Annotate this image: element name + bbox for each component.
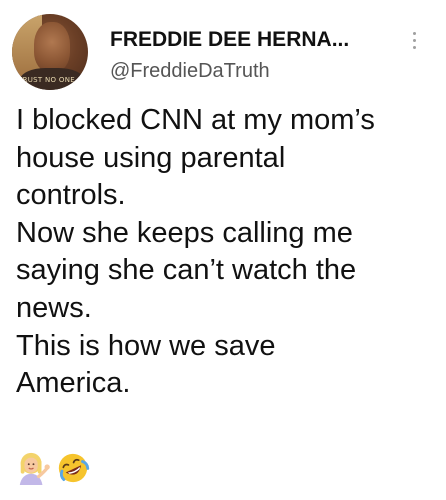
emoji-row [16,450,90,486]
tweet-text-line: This is how we save [16,329,276,362]
rolling-on-floor-laughing-icon [58,453,90,483]
tweet-card: TRUST NO ONE FREDDIE DEE HERNA... @Fredd… [0,0,446,500]
tweet-text: I blocked CNN at my mom’s house using pa… [16,102,436,403]
tweet-text-line: house using parental [16,141,286,174]
author-name[interactable]: FREDDIE DEE HERNA... [110,28,349,52]
tweet-text-line: I blocked CNN at my mom’s [16,104,375,136]
avatar-caption: TRUST NO ONE [18,76,75,84]
tweet-text-line: America. [16,367,131,400]
tweet-text-line: Now she keeps calling me [16,216,353,249]
author-avatar[interactable]: TRUST NO ONE [12,14,88,90]
tweet-text-line: controls. [16,179,126,212]
woman-tipping-hand-icon [19,452,50,485]
author-handle[interactable]: @FreddieDaTruth [110,60,270,83]
tweet-text-line: saying she can’t watch the [16,254,357,287]
tweet-text-line: news. [16,291,92,324]
more-options-icon[interactable] [408,30,420,56]
avatar-face [34,22,70,72]
